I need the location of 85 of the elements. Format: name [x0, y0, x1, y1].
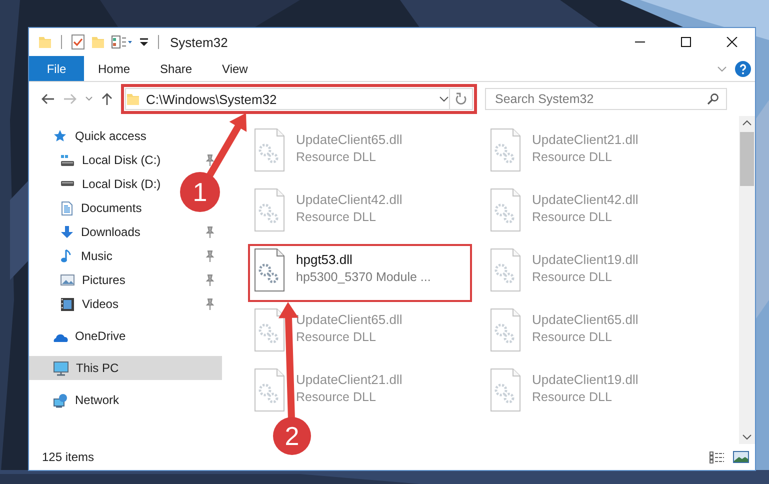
ribbon-tab[interactable]: Share	[146, 56, 206, 81]
back-button[interactable]	[41, 93, 55, 105]
left-arrow-icon	[41, 93, 55, 105]
pin-icon[interactable]	[205, 298, 215, 310]
document-icon	[60, 200, 74, 216]
help-icon[interactable]	[735, 60, 751, 76]
drive-icon	[60, 181, 75, 187]
window-title: System32	[170, 34, 228, 50]
dll-file-icon	[490, 248, 522, 292]
nav-item[interactable]: OneDrive	[53, 329, 126, 343]
file-name: UpdateClient19.dll	[532, 252, 638, 267]
file-menu-button[interactable]: File	[29, 56, 84, 81]
picture-icon	[60, 273, 75, 287]
details-view-icon[interactable]	[709, 450, 725, 464]
up-button[interactable]	[101, 93, 113, 105]
refresh-icon	[455, 92, 467, 106]
nav-item[interactable]: Local Disk (D:)	[60, 177, 161, 191]
file-name: hpgt53.dll	[296, 252, 354, 267]
network-icon	[53, 392, 68, 408]
customize-icon[interactable]	[139, 36, 149, 48]
file-description: Resource DLL	[296, 210, 377, 224]
up-arrow-icon	[101, 93, 113, 105]
pin-icon[interactable]	[205, 154, 215, 166]
maximize-icon	[680, 37, 692, 47]
dll-file-icon	[490, 308, 522, 352]
nav-item[interactable]: Documents	[60, 200, 142, 216]
file-description: Resource DLL	[532, 330, 613, 344]
address-path: C:\Windows\System32	[146, 92, 278, 106]
file-name: UpdateClient65.dll	[296, 312, 402, 327]
file-name: UpdateClient42.dll	[296, 192, 402, 207]
folder-icon	[126, 91, 140, 107]
nav-item[interactable]: Pictures	[60, 273, 126, 287]
dll-file-icon	[254, 188, 286, 232]
file-name: UpdateClient42.dll	[532, 192, 638, 207]
star-icon	[53, 129, 68, 143]
scroll-thumb[interactable]	[740, 132, 754, 186]
pin-icon[interactable]	[205, 250, 215, 262]
file-name: UpdateClient65.dll	[532, 312, 638, 327]
nav-item[interactable]: Music	[60, 249, 112, 263]
nav-item[interactable]: Quick access	[53, 129, 146, 143]
monitor-icon	[53, 360, 69, 376]
file-description: Resource DLL	[296, 150, 377, 164]
dll-file-icon	[490, 128, 522, 172]
file-description: Resource DLL	[532, 270, 613, 284]
file-item[interactable]: hpgt53.dll hp5300_5370 Module ...	[248, 244, 472, 302]
file-name: UpdateClient19.dll	[532, 372, 638, 387]
nav-item[interactable]: Downloads	[60, 225, 140, 239]
file-description: Resource DLL	[296, 390, 377, 404]
nav-item[interactable]: Local Disk (C:)	[60, 153, 161, 167]
tiles-view-icon[interactable]	[733, 450, 749, 464]
properties-icon[interactable]	[71, 34, 85, 50]
dll-file-icon	[254, 248, 286, 292]
chevron-up-icon[interactable]	[742, 120, 752, 126]
file-description: Resource DLL	[532, 210, 613, 224]
scrollbar[interactable]	[739, 116, 755, 444]
right-arrow-icon	[63, 93, 77, 105]
dll-file-icon	[254, 128, 286, 172]
search-icon[interactable]	[707, 93, 719, 105]
file-name: UpdateClient21.dll	[532, 132, 638, 147]
ribbon-tab[interactable]: Home	[84, 56, 144, 81]
chevron-down-icon[interactable]	[742, 434, 752, 440]
file-description: Resource DLL	[296, 330, 377, 344]
file-description: Resource DLL	[532, 150, 613, 164]
item-count: 125 items	[42, 450, 94, 464]
dll-file-icon	[254, 368, 286, 412]
view-icon[interactable]	[111, 35, 133, 49]
nav-item[interactable]: Videos	[60, 296, 118, 312]
file-description: Resource DLL	[532, 390, 613, 404]
down-arrow-icon	[60, 225, 74, 239]
nav-item[interactable]: Network	[53, 392, 120, 408]
pin-icon[interactable]	[205, 274, 215, 286]
dll-file-icon	[490, 188, 522, 232]
pin-icon[interactable]	[205, 226, 215, 238]
ribbon-tab[interactable]: View	[208, 56, 262, 81]
drive-icon	[60, 153, 75, 167]
chevron-down-icon[interactable]	[439, 96, 449, 102]
search-field[interactable]: Search System32	[485, 88, 727, 110]
file-description: hp5300_5370 Module ...	[296, 270, 431, 284]
file-name: UpdateClient21.dll	[296, 372, 402, 387]
film-icon	[60, 296, 75, 312]
nav-item[interactable]: This PC	[29, 356, 222, 380]
dll-file-icon	[490, 368, 522, 412]
close-icon	[726, 37, 738, 47]
dll-file-icon	[254, 308, 286, 352]
file-name: UpdateClient65.dll	[296, 132, 402, 147]
